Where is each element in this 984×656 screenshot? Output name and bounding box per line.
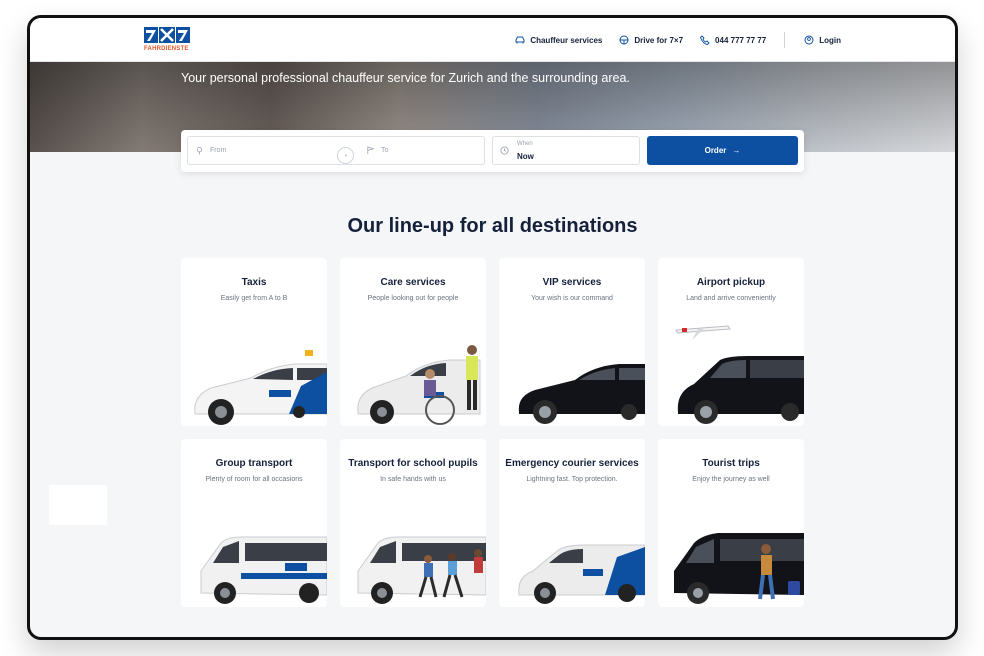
service-card-group[interactable]: Group transport Plenty of room for all o… — [181, 439, 327, 607]
service-card-vip[interactable]: VIP services Your wish is our command — [499, 258, 645, 426]
nav-label: Drive for 7×7 — [634, 35, 684, 45]
when-label: When — [517, 141, 533, 147]
car-icon — [515, 36, 525, 44]
nav-drive-for-7x7[interactable]: Drive for 7×7 — [619, 35, 683, 45]
from-input[interactable]: From — [210, 147, 330, 154]
service-card-courier[interactable]: Emergency courier services Lightning fas… — [499, 439, 645, 607]
card-title: Airport pickup — [696, 277, 766, 288]
nav-phone[interactable]: 044 777 77 77 — [700, 35, 766, 45]
care-car-image — [357, 345, 481, 425]
nav-login[interactable]: Login — [804, 35, 841, 45]
card-title: Transport for school pupils — [348, 458, 478, 469]
order-label: Order — [704, 146, 727, 155]
main-nav: Chauffeur services Drive for 7×7 044 777… — [498, 18, 841, 62]
group-minibus-image — [200, 536, 327, 604]
arrow-right-icon: → — [732, 146, 741, 155]
swap-arrows-icon — [345, 154, 347, 157]
airport-van-image — [675, 325, 804, 424]
when-field[interactable]: When Now — [492, 136, 640, 165]
service-card-taxis[interactable]: Taxis Easily get from A to B — [181, 258, 327, 426]
booking-form: From To When Now Order → — [181, 130, 804, 172]
logo-wordmark: FAHRDIENSTE — [144, 46, 189, 52]
service-card-school[interactable]: Transport for school pupils In safe hand… — [340, 439, 486, 607]
hero-tagline: Your personal professional chauffeur ser… — [181, 71, 630, 85]
card-subtitle: Easily get from A to B — [220, 295, 288, 302]
to-input[interactable]: To — [381, 147, 388, 154]
nav-label: Chauffeur services — [530, 35, 603, 45]
location-pin-icon — [196, 146, 203, 155]
order-button[interactable]: Order → — [647, 136, 798, 165]
clock-icon — [500, 146, 509, 155]
card-subtitle: Enjoy the journey as well — [692, 476, 770, 483]
phone-icon — [700, 35, 710, 45]
steering-wheel-icon — [619, 35, 629, 45]
card-title: Care services — [380, 277, 446, 288]
floating-widget[interactable] — [49, 485, 107, 525]
taxi-car-image — [194, 350, 327, 425]
route-field: From To — [187, 136, 485, 165]
card-title: Taxis — [241, 277, 267, 288]
logo-mark-icon — [144, 27, 190, 43]
card-subtitle: Lightning fast. Top protection. — [526, 476, 618, 483]
section-title: Our line-up for all destinations — [347, 215, 638, 237]
courier-van-image — [518, 544, 645, 604]
top-navigation: FAHRDIENSTE Chauffeur services Drive for… — [30, 18, 955, 62]
when-value: Now — [517, 152, 534, 161]
school-van-image — [357, 536, 486, 604]
nav-divider — [784, 32, 786, 48]
service-card-airport[interactable]: Airport pickup Land and arrive convenien… — [658, 258, 804, 426]
card-subtitle: Your wish is our command — [531, 295, 613, 302]
user-icon — [804, 35, 814, 45]
company-logo[interactable]: FAHRDIENSTE — [144, 27, 194, 53]
card-subtitle: In safe hands with us — [380, 476, 446, 483]
browser-frame: FAHRDIENSTE Chauffeur services Drive for… — [27, 15, 958, 640]
card-title: Group transport — [215, 458, 293, 469]
vip-car-image — [518, 364, 645, 424]
swap-button[interactable] — [337, 147, 354, 164]
card-title: Emergency courier services — [505, 458, 639, 469]
nav-label: Login — [819, 35, 841, 45]
nav-chauffeur-services[interactable]: Chauffeur services — [515, 35, 602, 45]
card-title: Tourist trips — [702, 458, 760, 469]
service-card-care[interactable]: Care services People looking out for peo… — [340, 258, 486, 426]
card-subtitle: People looking out for people — [367, 295, 459, 302]
card-subtitle: Land and arrive conveniently — [686, 295, 776, 302]
nav-label: 044 777 77 77 — [715, 35, 767, 45]
card-subtitle: Plenty of room for all occasions — [205, 476, 303, 483]
destination-flag-icon — [367, 146, 375, 155]
card-title: VIP services — [542, 277, 602, 288]
tourist-van-image — [674, 533, 804, 604]
service-card-tourist[interactable]: Tourist trips Enjoy the journey as well — [658, 439, 804, 607]
